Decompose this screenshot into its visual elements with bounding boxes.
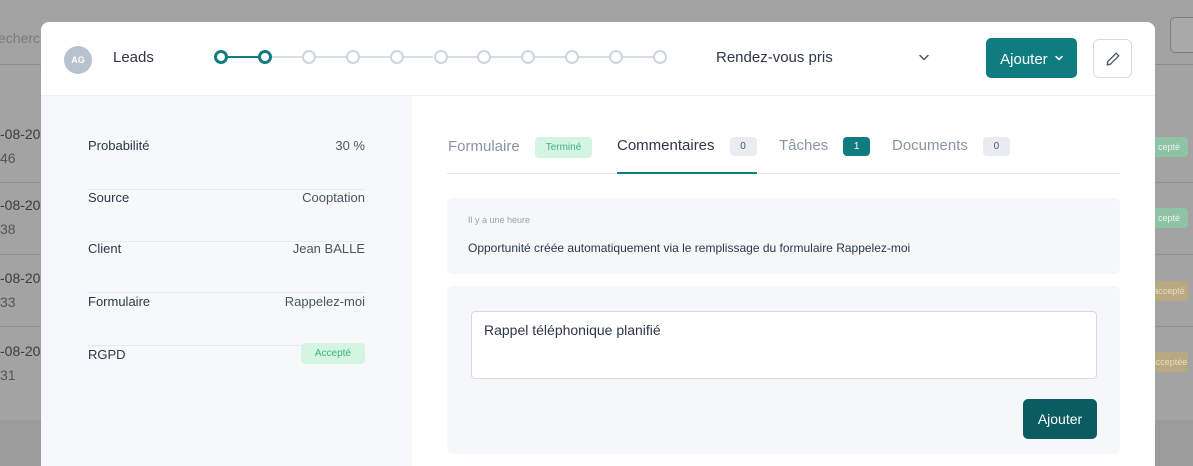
stepper-connector (315, 56, 346, 58)
background-row-sub: 38 (0, 221, 16, 237)
property-label: Formulaire (88, 294, 151, 309)
property-client: Client Jean BALLE (88, 241, 365, 293)
stepper-step[interactable] (565, 50, 580, 64)
stepper-step[interactable] (257, 50, 272, 64)
comment-input[interactable]: Rappel téléphonique planifié (471, 311, 1097, 379)
stepper-step[interactable] (653, 50, 667, 64)
background-status-badge: cepté (1150, 137, 1188, 157)
property-label: RGPD (88, 347, 126, 362)
property-source: Source Cooptation (88, 190, 365, 242)
stepper-connector (623, 56, 653, 58)
property-rgpd: RGPD Accepté (88, 343, 365, 399)
stepper-step[interactable] (301, 50, 316, 64)
active-tab-indicator (617, 172, 757, 174)
stepper-connector (228, 56, 258, 58)
stepper-connector (447, 56, 478, 58)
tab-formulaire[interactable]: Formulaire Terminé (448, 137, 593, 158)
comment-item: Il y a une heure Opportunité créée autom… (447, 198, 1120, 274)
comment-text: Opportunité créée automatiquement via le… (468, 241, 911, 255)
property-probabilite: Probabilité 30 % (88, 138, 365, 190)
background-status-badge: accepté (1150, 281, 1188, 301)
avatar: AG (64, 46, 92, 74)
tab-label: Commentaires (617, 137, 715, 154)
add-comment-button[interactable]: Ajouter (1023, 399, 1097, 439)
stage-select[interactable]: Rendez-vous pris (716, 46, 931, 70)
lead-modal: AG Leads Rendez-vous pris Ajouter Probab… (41, 22, 1155, 466)
background-status-badge: cepté (1150, 208, 1188, 228)
property-label: Client (88, 241, 122, 256)
stepper-step[interactable] (389, 50, 404, 64)
pipeline-stepper (214, 50, 674, 64)
stepper-connector (403, 56, 434, 58)
tab-label: Tâches (779, 137, 829, 154)
status-badge: Terminé (534, 137, 593, 158)
background-toolbar-button (1170, 17, 1193, 53)
stepper-connector (271, 56, 302, 58)
tab-commentaires[interactable]: Commentaires 0 (617, 137, 757, 156)
background-status-badge: acceptée (1150, 352, 1188, 372)
comment-timestamp: Il y a une heure (468, 215, 531, 225)
count-badge: 0 (729, 137, 757, 156)
stepper-step[interactable] (609, 50, 624, 64)
modal-header: AG Leads Rendez-vous pris Ajouter (41, 22, 1155, 96)
status-badge: Accepté (300, 343, 365, 364)
stepper-connector (535, 56, 566, 58)
chevron-down-icon (1055, 38, 1063, 61)
tab-documents[interactable]: Documents 0 (892, 137, 1010, 156)
stepper-step[interactable] (477, 50, 492, 64)
rgpd-status: Accepté (300, 343, 365, 364)
tab-taches[interactable]: Tâches 1 (779, 137, 871, 156)
count-badge: 1 (843, 137, 871, 156)
tab-label: Documents (892, 137, 968, 154)
property-value: Jean BALLE (292, 241, 365, 256)
stage-select-value: Rendez-vous pris (716, 49, 833, 66)
tab-label: Formulaire (448, 138, 520, 155)
stepper-step[interactable] (433, 50, 448, 64)
property-label: Probabilité (88, 138, 150, 153)
background-row-date: -08-20 (0, 197, 41, 213)
stepper-step[interactable] (345, 50, 360, 64)
property-value: 30 % (335, 138, 365, 153)
stepper-connector (359, 56, 390, 58)
modal-title: Leads (113, 49, 154, 66)
pencil-icon (1106, 52, 1120, 66)
stepper-step[interactable] (214, 50, 228, 64)
add-dropdown-label: Ajouter (1000, 51, 1048, 68)
background-row-date: -08-20 (0, 270, 41, 286)
detail-tabs: Formulaire Terminé Commentaires 0 Tâches 1 … (447, 126, 1120, 174)
stepper-connector (491, 56, 522, 58)
background-row-sub: 33 (0, 294, 16, 310)
background-row-sub: 46 (0, 150, 16, 166)
property-label: Source (88, 190, 130, 205)
properties-panel: Probabilité 30 % Source Cooptation Clien… (41, 96, 412, 466)
count-badge: 0 (982, 137, 1010, 156)
background-row-date: -08-20 (0, 343, 41, 359)
add-dropdown-button[interactable]: Ajouter (986, 38, 1077, 78)
edit-button[interactable] (1093, 39, 1132, 78)
chevron-down-icon (917, 46, 931, 70)
stepper-step[interactable] (521, 50, 536, 64)
property-formulaire: Formulaire Rappelez-moi (88, 294, 365, 346)
property-value: Cooptation (302, 190, 365, 205)
comment-composer: Rappel téléphonique planifié Ajouter (447, 286, 1120, 454)
background-row-sub: 31 (0, 367, 16, 383)
background-row-date: -08-20 (0, 126, 41, 142)
stepper-connector (579, 56, 610, 58)
property-value: Rappelez-moi (284, 294, 365, 309)
